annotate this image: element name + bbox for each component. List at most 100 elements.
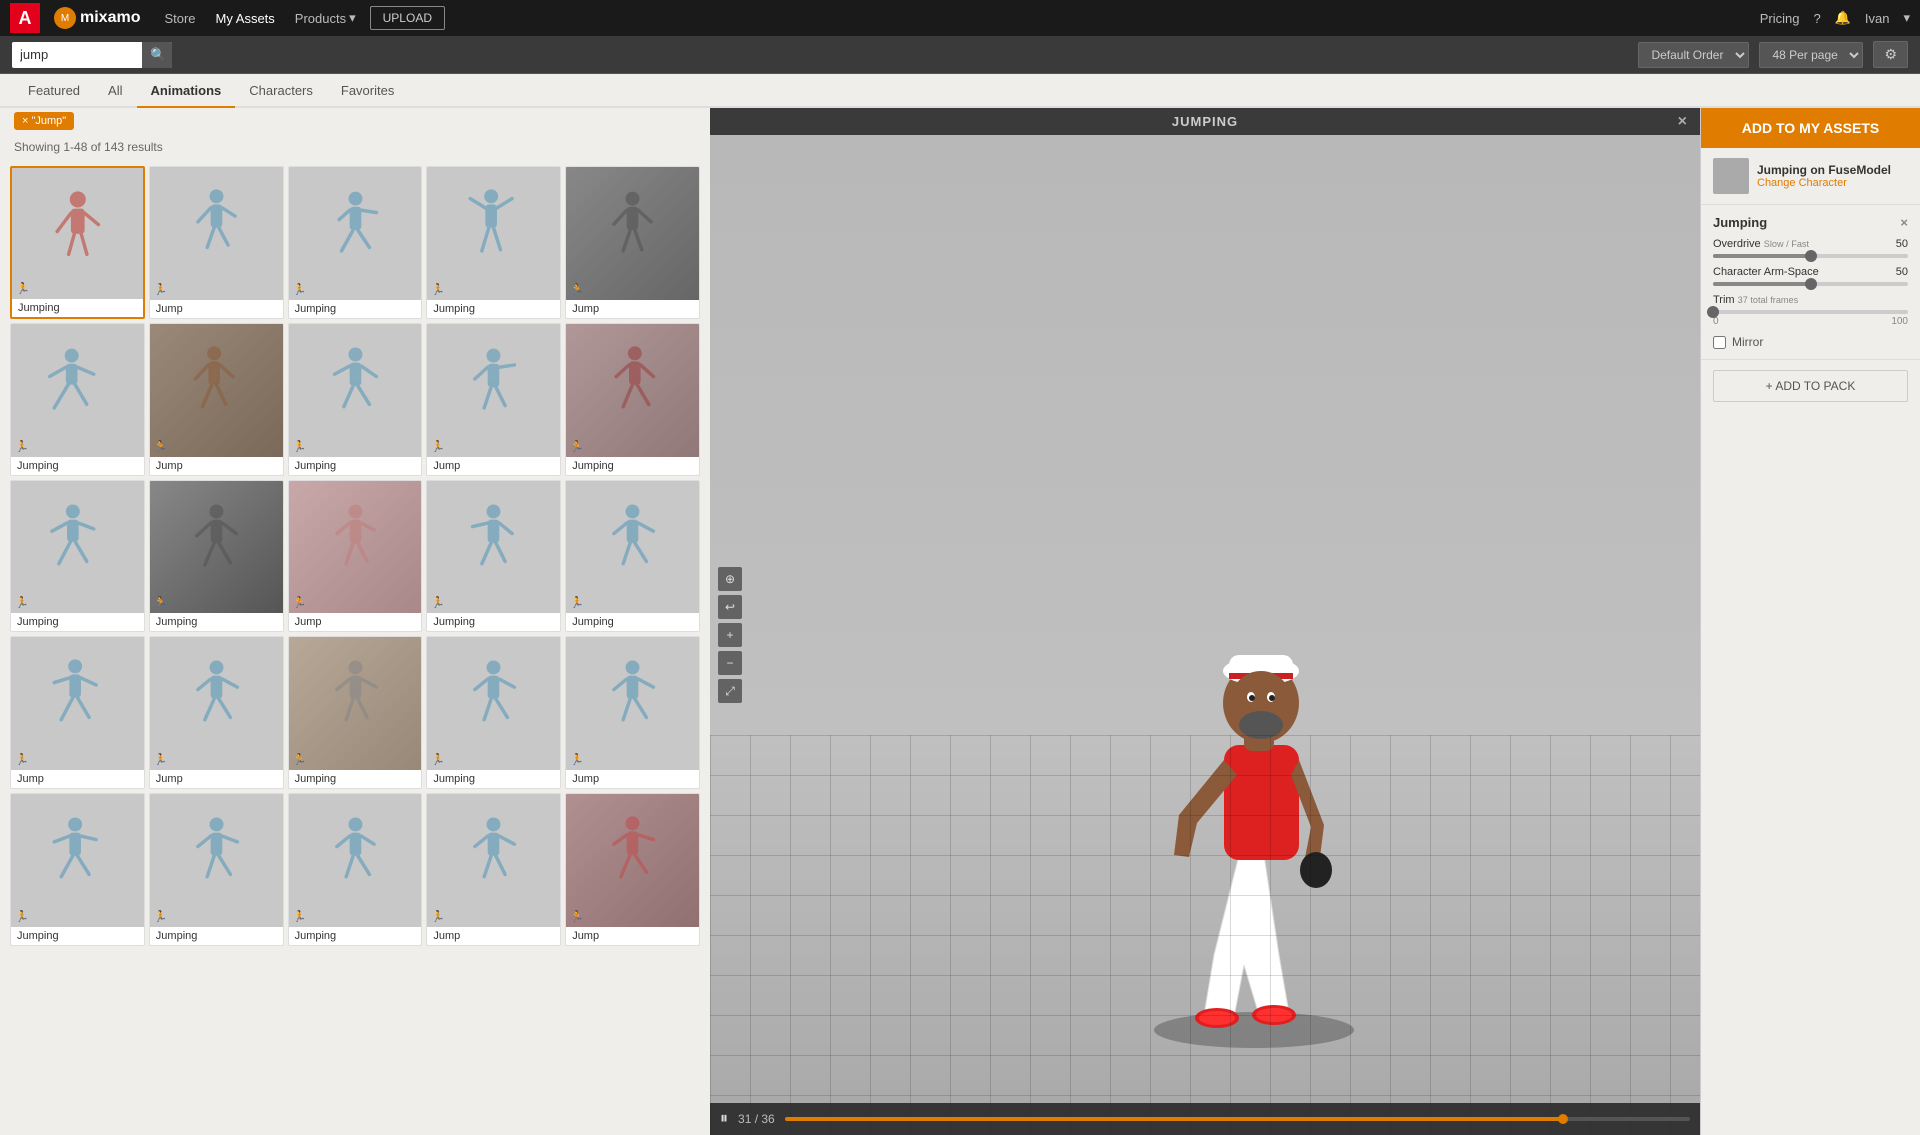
active-filter: × "Jump" <box>0 108 710 134</box>
grid-item-jump-13[interactable]: 🏃 Jump <box>288 480 423 633</box>
grid-item-label: Jumping <box>11 613 144 631</box>
my-assets-nav-link[interactable]: My Assets <box>210 11 281 26</box>
viewport-controls: ⊕ ↩ + − ⤢ <box>718 567 742 703</box>
pause-button[interactable]: ⏸ <box>720 1110 728 1128</box>
add-to-assets-button[interactable]: ADD TO MY ASSETS <box>1701 108 1920 148</box>
playback-progress[interactable] <box>785 1117 1690 1121</box>
character-name: Jumping on FuseModel <box>1757 163 1891 177</box>
grid-item-label: Jumping <box>11 457 144 475</box>
grid-item-jump-20[interactable]: 🏃 Jump <box>565 636 700 789</box>
grid-item-label: Jump <box>11 770 144 788</box>
user-chevron-icon: ▾ <box>1903 10 1910 26</box>
grid-item-jump-2[interactable]: 🏃 Jump <box>149 166 284 319</box>
overdrive-slider[interactable] <box>1713 254 1908 258</box>
grid-item-label: Jump <box>566 300 699 318</box>
trim-label: Trim 37 total frames <box>1713 294 1908 306</box>
grid-item-label: Jumping <box>289 300 422 318</box>
grid-item-jumping-21[interactable]: 🏃 Jumping <box>10 793 145 946</box>
tab-all[interactable]: All <box>94 75 136 108</box>
arm-space-slider[interactable] <box>1713 282 1908 286</box>
grid-item-jump-5[interactable]: 🏃 Jump <box>565 166 700 319</box>
walk-icon: 🏃 <box>154 440 168 453</box>
store-nav-link[interactable]: Store <box>158 11 201 26</box>
expand-button[interactable]: ⤢ <box>718 679 742 703</box>
grid-item-jumping-11[interactable]: 🏃 Jumping <box>10 480 145 633</box>
grid-item-jump-25[interactable]: 🏃 Jump <box>565 793 700 946</box>
per-page-select[interactable]: 48 Per page <box>1759 42 1863 68</box>
user-menu[interactable]: Ivan <box>1865 11 1890 26</box>
overdrive-param: Overdrive Slow / Fast 50 <box>1713 238 1908 258</box>
change-character-link[interactable]: Change Character <box>1757 177 1891 189</box>
animation-grid: 🏃 Jumping 🏃 Jump <box>0 160 710 952</box>
walk-icon: 🏃 <box>570 596 584 609</box>
grid-item-jumping-19[interactable]: 🏃 Jumping <box>426 636 561 789</box>
zoom-out-button[interactable]: − <box>718 651 742 675</box>
grid-item-label: Jumping <box>427 770 560 788</box>
grid-item-jump-17[interactable]: 🏃 Jump <box>149 636 284 789</box>
grid-item-label: Jumping <box>427 300 560 318</box>
walk-icon: 🏃 <box>431 596 445 609</box>
products-nav-link[interactable]: Products ▾ <box>289 10 362 26</box>
mirror-row: Mirror <box>1713 335 1908 349</box>
grid-item-jumping-6[interactable]: 🏃 Jumping <box>10 323 145 476</box>
grid-item-label: Jump <box>566 770 699 788</box>
viewport-close-button[interactable]: × <box>1678 113 1688 131</box>
settings-button[interactable]: ⚙ <box>1873 41 1908 68</box>
grid-item-jumping-18[interactable]: 🏃 Jumping <box>288 636 423 789</box>
logo-icon: M <box>54 7 76 29</box>
tab-favorites[interactable]: Favorites <box>327 75 408 108</box>
viewport: JUMPING × <box>710 108 1700 1135</box>
grid-item-jumping-10[interactable]: 🏃 Jumping <box>565 323 700 476</box>
character-thumb-image <box>1713 158 1749 194</box>
grid-item-label: Jumping <box>150 613 283 631</box>
grid-item-jumping-8[interactable]: 🏃 Jumping <box>288 323 423 476</box>
grid-item-jumping-23[interactable]: 🏃 Jumping <box>288 793 423 946</box>
grid-item-label: Jump <box>289 613 422 631</box>
trim-param: Trim 37 total frames 0 100 <box>1713 294 1908 327</box>
grid-item-jumping-15[interactable]: 🏃 Jumping <box>565 480 700 633</box>
pricing-link[interactable]: Pricing <box>1760 11 1800 26</box>
search-input[interactable] <box>12 42 142 67</box>
grid-item-jump-16[interactable]: 🏃 Jump <box>10 636 145 789</box>
bell-icon[interactable]: 🔔 <box>1835 10 1851 26</box>
sort-select[interactable]: Default Order <box>1638 42 1749 68</box>
grid-item-label: Jump <box>150 457 283 475</box>
filter-tag[interactable]: × "Jump" <box>14 112 74 130</box>
mirror-checkbox[interactable] <box>1713 336 1726 349</box>
grid-item-label: Jumping <box>289 457 422 475</box>
grid-item-label: Jump <box>566 927 699 945</box>
grid-item-jumping-3[interactable]: 🏃 Jumping <box>288 166 423 319</box>
walk-icon: 🏃 <box>570 753 584 766</box>
grid-item-jump-7[interactable]: 🏃 Jump <box>149 323 284 476</box>
mirror-label: Mirror <box>1732 335 1763 349</box>
walk-icon: 🏃 <box>431 283 445 296</box>
frame-counter: 31 / 36 <box>738 1112 775 1126</box>
grid-item-jumping-1[interactable]: 🏃 Jumping <box>10 166 145 319</box>
grid-item-jumping-14[interactable]: 🏃 Jumping <box>426 480 561 633</box>
undo-button[interactable]: ↩ <box>718 595 742 619</box>
tab-animations[interactable]: Animations <box>137 75 236 108</box>
walk-icon: 🏃 <box>570 283 584 296</box>
walk-icon: 🏃 <box>431 440 445 453</box>
search-button[interactable]: 🔍 <box>142 42 172 68</box>
right-nav: Pricing ? 🔔 Ivan ▾ <box>1760 10 1910 26</box>
grid-item-jump-24[interactable]: 🏃 Jump <box>426 793 561 946</box>
main-area: × "Jump" Showing 1-48 of 143 results <box>0 108 1920 1135</box>
tab-featured[interactable]: Featured <box>14 75 94 108</box>
tab-characters[interactable]: Characters <box>235 75 327 108</box>
viewport-canvas[interactable]: ⊕ ↩ + − ⤢ <box>710 135 1700 1135</box>
mixamo-logo: M mixamo <box>54 7 140 29</box>
walk-icon: 🏃 <box>293 910 307 923</box>
grid-item-jump-9[interactable]: 🏃 Jump <box>426 323 561 476</box>
help-icon[interactable]: ? <box>1813 11 1820 26</box>
section-close-button[interactable]: × <box>1900 215 1908 230</box>
grid-item-jumping-22[interactable]: 🏃 Jumping <box>149 793 284 946</box>
trim-slider[interactable] <box>1713 310 1908 314</box>
upload-button[interactable]: UPLOAD <box>370 6 445 30</box>
zoom-reset-button[interactable]: ⊕ <box>718 567 742 591</box>
add-to-pack-button[interactable]: + ADD TO PACK <box>1713 370 1908 402</box>
grid-item-label: Jumping <box>566 457 699 475</box>
zoom-in-button[interactable]: + <box>718 623 742 647</box>
grid-item-jumping-4[interactable]: 🏃 Jumping <box>426 166 561 319</box>
grid-item-jumping-12[interactable]: 🏃 Jumping <box>149 480 284 633</box>
